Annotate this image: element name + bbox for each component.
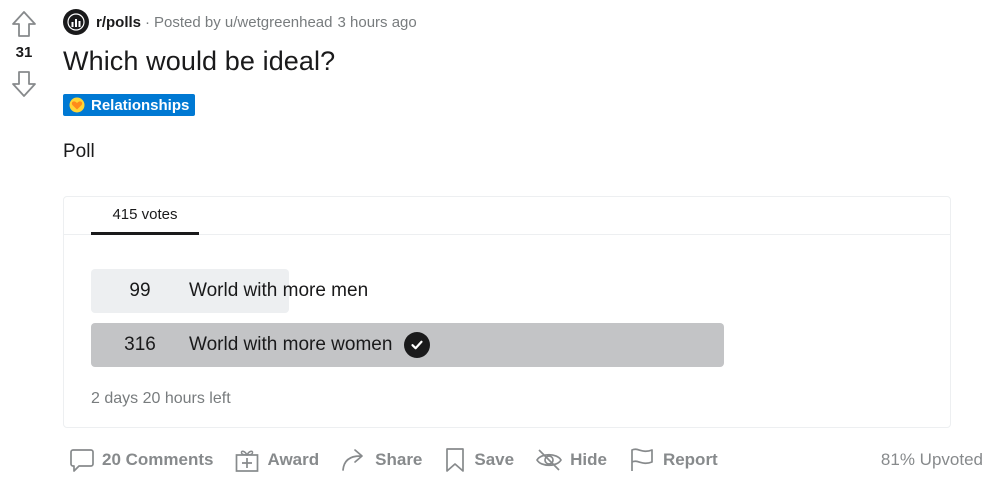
poll-time-left: 2 days 20 hours left [91, 390, 231, 407]
poll-votes-tab[interactable]: 415 votes [91, 197, 199, 235]
gift-icon [236, 450, 259, 472]
poll-option-text: World with more men [189, 280, 369, 301]
poll-option-count: 99 [129, 280, 151, 301]
check-circle-icon [404, 332, 431, 358]
poll-option-text: World with more women [189, 334, 393, 355]
post-meta: r/polls · Posted by u/wetgreenhead 3 hou… [63, 8, 417, 36]
vote-column: 31 [8, 8, 40, 100]
posted-by-label: Posted by [154, 13, 221, 31]
arrow-up-icon [12, 11, 36, 37]
vote-score: 31 [15, 44, 33, 61]
post-flair[interactable]: Relationships [63, 94, 196, 116]
arrow-down-icon [12, 71, 36, 97]
save-button[interactable]: Save [437, 440, 520, 480]
flair-label: Relationships [91, 96, 190, 114]
upvote-button[interactable] [8, 8, 40, 40]
downvote-button[interactable] [8, 68, 40, 100]
comments-button[interactable]: 20 Comments [63, 440, 219, 480]
post-timestamp[interactable]: 3 hours ago [338, 14, 417, 31]
poll-option-count: 316 [124, 334, 156, 355]
share-label: Share [375, 450, 423, 469]
comments-label: 20 Comments [102, 450, 214, 469]
report-button[interactable]: Report [622, 440, 724, 480]
poll-container: 415 votes 99 World with more men 316 Wor… [63, 196, 951, 428]
poll-header: 415 votes [64, 197, 950, 235]
poll-chart-icon [67, 13, 85, 31]
share-arrow-icon [342, 449, 363, 471]
comment-icon [70, 449, 94, 472]
share-button[interactable]: Share [334, 440, 428, 480]
poll-option[interactable]: 99 World with more men [91, 269, 724, 313]
yellow-heart-icon [69, 97, 85, 113]
poll-option[interactable]: 316 World with more women [91, 323, 724, 367]
poll-option-label: World with more men [189, 269, 368, 313]
post-title[interactable]: Which would be ideal? [63, 46, 335, 77]
poll-option-label: World with more women [189, 323, 431, 367]
hide-button[interactable]: Hide [529, 440, 613, 480]
eye-slash-icon [536, 449, 563, 471]
save-label: Save [474, 450, 515, 469]
upvote-ratio: 81% Upvoted [880, 450, 983, 469]
post-actions-bar: 20 Comments Award Share Save Hide Report [63, 440, 733, 480]
award-label: Award [267, 450, 320, 469]
post-body: Poll [63, 141, 95, 162]
hide-label: Hide [570, 450, 607, 469]
flag-icon [631, 448, 653, 471]
subreddit-link[interactable]: r/polls [96, 14, 141, 31]
award-button[interactable]: Award [228, 440, 325, 480]
bookmark-icon [446, 448, 465, 472]
subreddit-avatar[interactable] [63, 9, 89, 35]
report-label: Report [662, 450, 718, 469]
meta-separator: · [145, 13, 151, 31]
author-link[interactable]: u/wetgreenhead [225, 14, 333, 31]
